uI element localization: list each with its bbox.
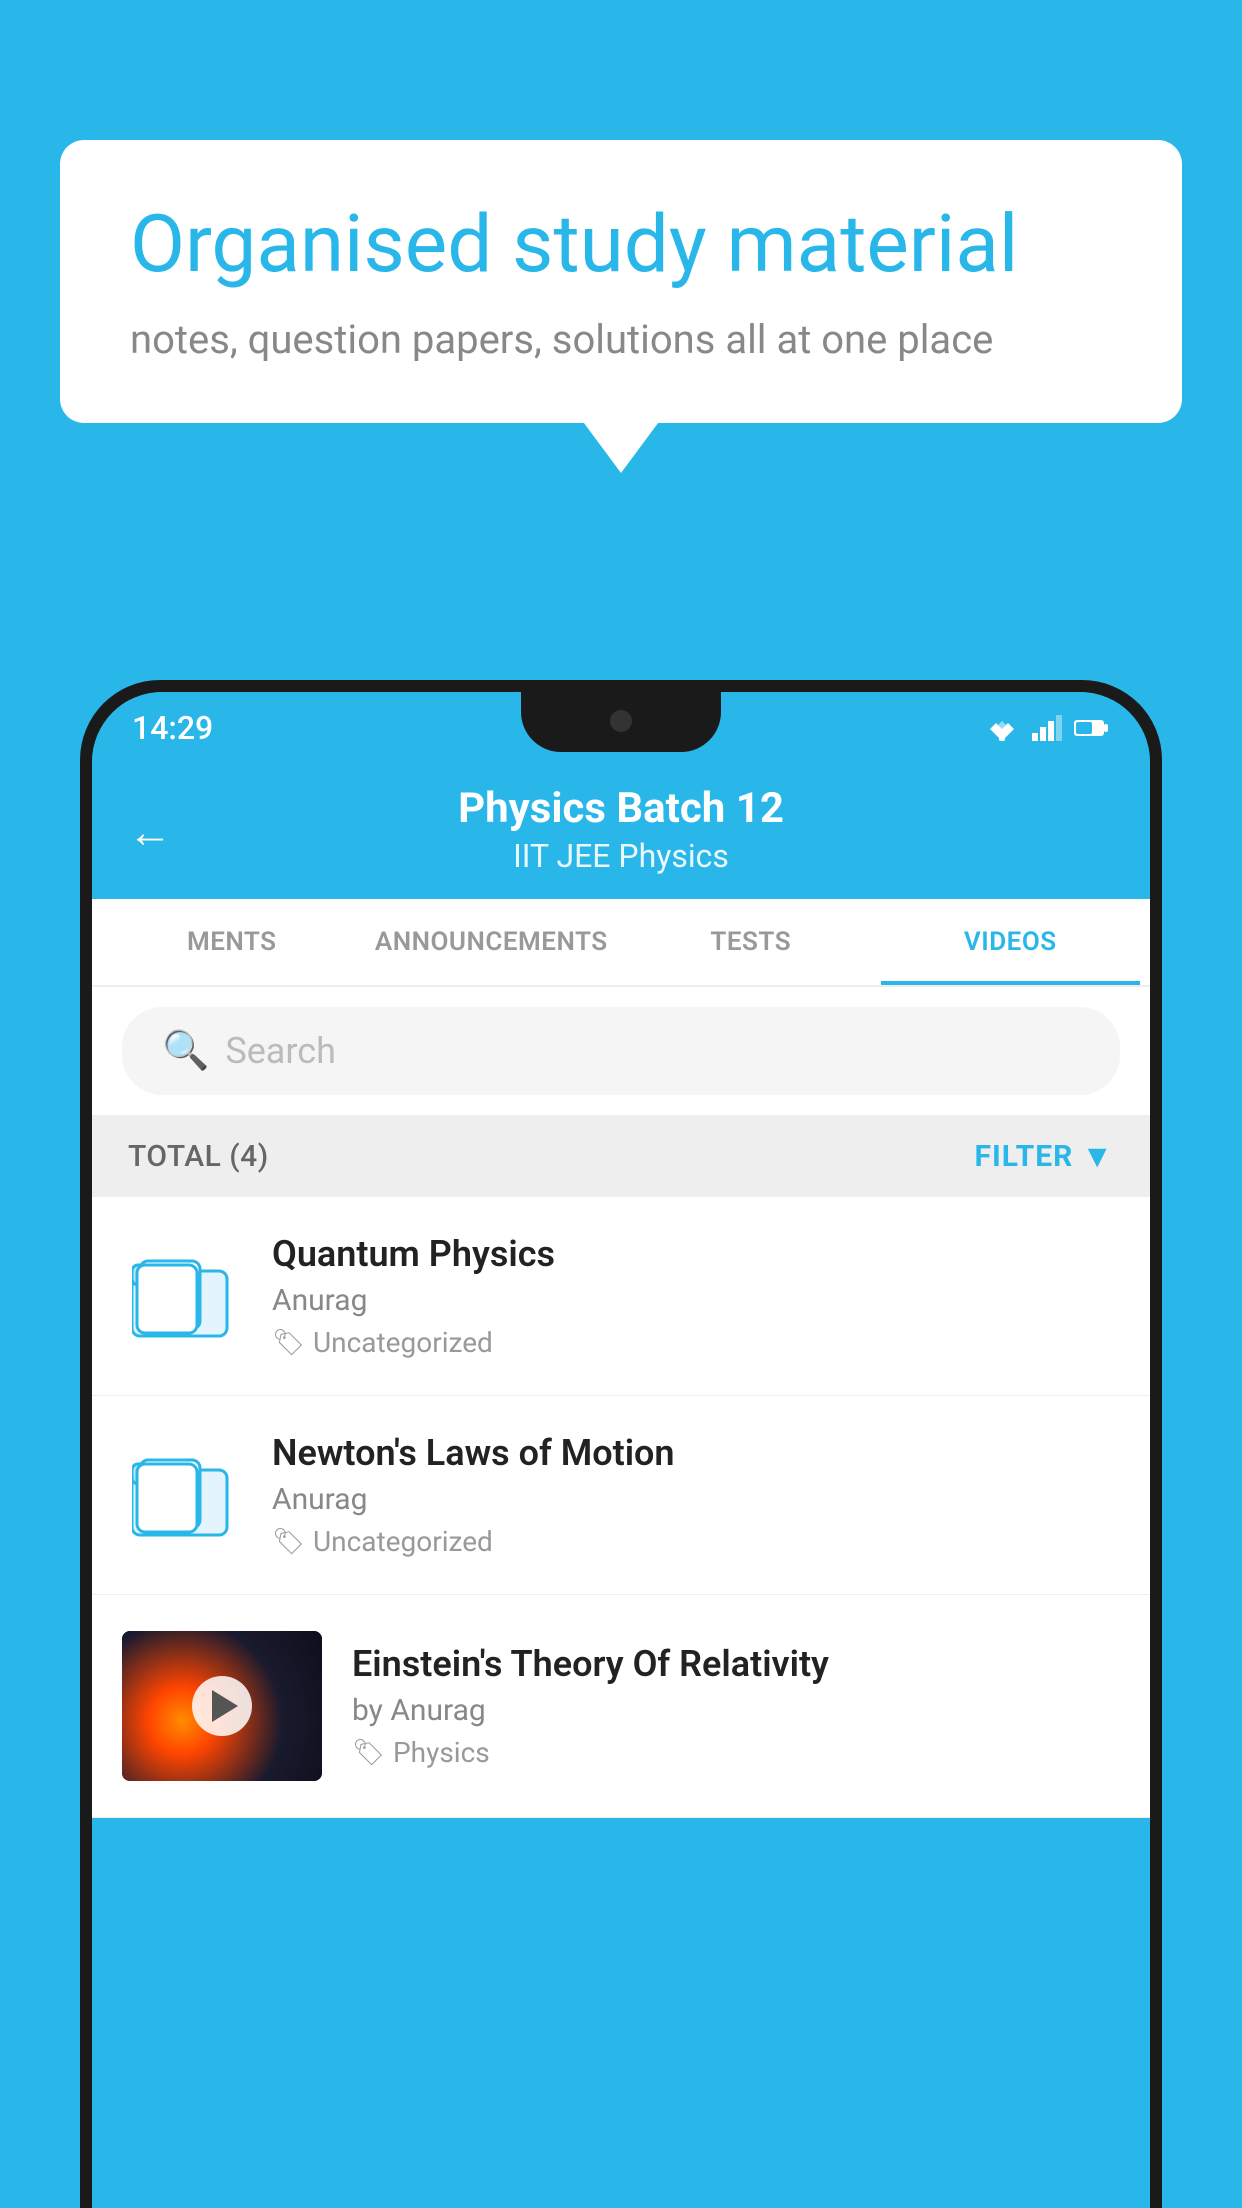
notch [521, 692, 721, 752]
status-time: 14:29 [132, 709, 213, 747]
video-title-newton: Newton's Laws of Motion [272, 1432, 1120, 1474]
video-author-newton: Anurag [272, 1482, 1120, 1517]
video-item-info-einstein: Einstein's Theory Of Relativity by Anura… [352, 1643, 1120, 1769]
filter-button[interactable]: FILTER ▼ [975, 1137, 1115, 1175]
wifi-icon [984, 715, 1020, 741]
list-item[interactable]: Quantum Physics Anurag 🏷 Uncategorized [92, 1197, 1150, 1396]
search-icon: 🔍 [162, 1029, 209, 1073]
list-item[interactable]: Newton's Laws of Motion Anurag 🏷 Uncateg… [92, 1396, 1150, 1595]
folder-thumbnail-newton [122, 1435, 242, 1555]
video-title-einstein: Einstein's Theory Of Relativity [352, 1643, 1120, 1685]
camera [610, 710, 632, 732]
status-icons [984, 715, 1110, 741]
app-title: Physics Batch 12 [132, 784, 1110, 833]
video-tag-quantum: 🏷 Uncategorized [272, 1326, 1120, 1359]
signal-icon [1032, 715, 1062, 741]
search-bar: 🔍 Search [92, 987, 1150, 1115]
tag-icon: 🏷 [352, 1738, 385, 1768]
video-item-info-newton: Newton's Laws of Motion Anurag 🏷 Uncateg… [272, 1432, 1120, 1558]
headline: Organised study material [130, 200, 1112, 288]
tab-tests[interactable]: TESTS [621, 899, 881, 985]
tabs: MENTS ANNOUNCEMENTS TESTS VIDEOS [92, 899, 1150, 987]
folder-icon [132, 1445, 232, 1545]
video-title-quantum: Quantum Physics [272, 1233, 1120, 1275]
video-author-quantum: Anurag [272, 1283, 1120, 1318]
play-icon [212, 1690, 238, 1722]
search-placeholder: Search [225, 1030, 336, 1072]
tag-icon: 🏷 [272, 1328, 305, 1358]
folder-thumbnail-quantum [122, 1236, 242, 1356]
list-item[interactable]: Einstein's Theory Of Relativity by Anura… [92, 1595, 1150, 1818]
video-item-info-quantum: Quantum Physics Anurag 🏷 Uncategorized [272, 1233, 1120, 1359]
tab-videos[interactable]: VIDEOS [881, 899, 1141, 985]
phone-frame: 14:29 [80, 680, 1162, 2208]
tab-announcements[interactable]: ANNOUNCEMENTS [362, 899, 622, 985]
speech-bubble: Organised study material notes, question… [60, 140, 1182, 423]
video-thumbnail-einstein [122, 1631, 322, 1781]
app-subtitle: IIT JEE Physics [132, 837, 1110, 875]
video-tag-newton: 🏷 Uncategorized [272, 1525, 1120, 1558]
battery-icon [1074, 718, 1110, 738]
speech-bubble-container: Organised study material notes, question… [60, 140, 1182, 423]
filter-icon: ▼ [1081, 1137, 1114, 1175]
tag-icon: 🏷 [272, 1527, 305, 1557]
phone-inner: 14:29 [92, 692, 1150, 2208]
total-label: TOTAL (4) [128, 1139, 269, 1174]
video-list: Quantum Physics Anurag 🏷 Uncategorized [92, 1197, 1150, 1818]
search-input-container[interactable]: 🔍 Search [122, 1007, 1120, 1095]
video-author-einstein: by Anurag [352, 1693, 1120, 1728]
folder-icon [132, 1246, 232, 1346]
filter-bar: TOTAL (4) FILTER ▼ [92, 1115, 1150, 1197]
tag-label-einstein: Physics [393, 1736, 490, 1769]
video-tag-einstein: 🏷 Physics [352, 1736, 1120, 1769]
subtext: notes, question papers, solutions all at… [130, 316, 1112, 363]
app-bar: ← Physics Batch 12 IIT JEE Physics [92, 764, 1150, 899]
tab-ments[interactable]: MENTS [102, 899, 362, 985]
back-button[interactable]: ← [128, 806, 172, 858]
play-button[interactable] [192, 1676, 252, 1736]
tag-label-newton: Uncategorized [313, 1525, 493, 1558]
tag-label-quantum: Uncategorized [313, 1326, 493, 1359]
filter-label: FILTER [975, 1139, 1074, 1174]
